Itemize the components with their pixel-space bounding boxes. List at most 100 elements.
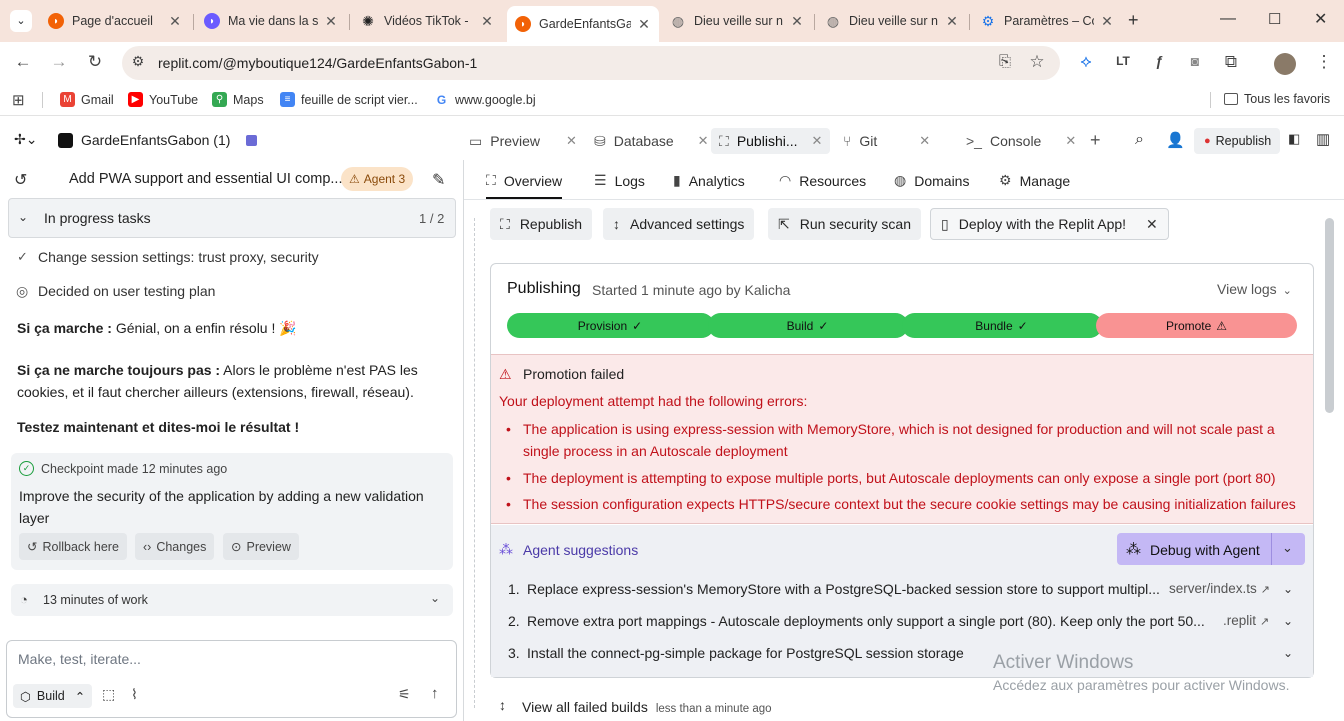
chevron-down-icon[interactable]: ⌄ — [1283, 582, 1293, 596]
camera-icon[interactable]: ◙ — [1183, 53, 1207, 69]
view-logs-button[interactable]: View logs ⌄ — [1217, 281, 1292, 297]
chevron-down-icon[interactable]: ⌄ — [1283, 614, 1293, 628]
invite-icon[interactable]: 👤 — [1166, 131, 1185, 149]
extension-icon[interactable]: ⟡ — [1074, 52, 1098, 72]
minimize-button[interactable]: — — [1220, 10, 1236, 28]
close-window-button[interactable]: ✕ — [1314, 9, 1327, 29]
suggestion-text[interactable]: Install the connect-pg-simple package fo… — [527, 645, 964, 661]
forward-icon[interactable]: → — [47, 52, 71, 72]
browser-tab[interactable]: ◗ Page d'accueil ✕ — [40, 6, 190, 36]
close-icon[interactable]: ✕ — [945, 13, 959, 30]
timeline-line — [474, 218, 476, 708]
extensions-puzzle-icon[interactable]: ⧉ — [1219, 52, 1243, 72]
advanced-settings-button[interactable]: ↕ Advanced settings — [603, 208, 755, 240]
build-mode-button[interactable]: ⬡ Build ⌃ — [13, 684, 93, 708]
thread-title[interactable]: Add PWA support and essential UI comp... — [69, 171, 343, 187]
tab-manage[interactable]: ⚙ Manage — [999, 172, 1070, 189]
external-link-icon: ↗ — [1260, 584, 1271, 596]
chevron-down-icon[interactable]: ⌄ — [18, 210, 28, 224]
bookmark-maps[interactable]: ⚲ Maps — [212, 92, 264, 107]
suggestion-text[interactable]: Replace express-session's MemoryStore wi… — [527, 581, 1160, 597]
project-selector[interactable]: GardeEnfantsGabon (1) — [58, 132, 258, 148]
bookmark-google[interactable]: Gwww.google.bj — [434, 92, 536, 107]
google-icon: G — [434, 92, 449, 107]
deploy-app-button[interactable]: ▯ Deploy with the Replit App! ✕ — [930, 208, 1169, 240]
republish-button[interactable]: ⛶ Republish — [490, 208, 593, 240]
close-icon[interactable]: ✕ — [566, 133, 577, 149]
all-bookmarks[interactable]: Tous les favoris — [1224, 92, 1330, 106]
avatar[interactable] — [1274, 53, 1296, 75]
tab-search-button[interactable]: ⌄ — [10, 10, 32, 32]
bookmark-gmail[interactable]: M Gmail — [60, 92, 114, 107]
project-name: GardeEnfantsGabon (1) — [81, 132, 231, 148]
security-scan-button[interactable]: ⇱ Run security scan — [768, 208, 922, 240]
browser-tab[interactable]: ⚙ Paramètres – Co ✕ — [972, 6, 1122, 36]
extension-lt-icon[interactable]: LT — [1111, 54, 1135, 68]
tab-logs[interactable]: ☰ Logs — [594, 172, 645, 189]
close-icon[interactable]: ✕ — [480, 13, 494, 30]
tab-resources[interactable]: ◠ Resources — [779, 172, 866, 189]
browser-tab[interactable]: ◍ Dieu veille sur n ✕ — [817, 6, 967, 36]
tab-domains[interactable]: ◍ Domains — [894, 172, 969, 189]
suggestion-file-link[interactable]: .replit ↗ — [1223, 613, 1269, 628]
send-icon[interactable]: ↑ — [431, 685, 439, 702]
tab-git[interactable]: ⑂ Git ✕ — [843, 128, 930, 154]
install-app-icon[interactable]: ⎘ — [993, 53, 1017, 70]
stop-icon[interactable] — [246, 134, 258, 146]
close-icon[interactable]: ✕ — [637, 16, 651, 33]
tab-overview[interactable]: ⛶ Overview — [486, 172, 563, 199]
close-icon[interactable]: ✕ — [790, 13, 804, 30]
suggestion-file-link[interactable]: server/index.ts ↗ — [1169, 581, 1270, 596]
debug-dropdown-icon[interactable]: ⌄ — [1282, 540, 1293, 556]
back-icon[interactable]: ← — [11, 52, 35, 72]
reload-icon[interactable]: ↻ — [83, 52, 107, 72]
browser-tab[interactable]: ◗ Ma vie dans la s ✕ — [196, 6, 346, 36]
search-icon[interactable]: ⌕ — [1135, 131, 1144, 149]
republish-header-button[interactable]: ● Republish — [1194, 128, 1280, 154]
chevron-down-icon[interactable]: ⌄ — [1283, 646, 1293, 660]
close-icon[interactable]: ✕ — [324, 13, 338, 30]
tab-analytics[interactable]: ▮ Analytics — [673, 172, 745, 189]
history-icon[interactable]: ↺ — [14, 170, 27, 190]
layout-icon[interactable]: ▥ — [1316, 130, 1330, 148]
attach-icon[interactable]: ⌇ — [131, 686, 138, 703]
select-element-icon[interactable]: ⬚ — [102, 686, 115, 703]
close-icon[interactable]: ✕ — [919, 133, 930, 149]
close-icon[interactable]: ✕ — [1146, 216, 1158, 233]
replit-logo-icon[interactable]: ✢⌄ — [14, 131, 37, 148]
site-settings-icon[interactable]: ⚙ — [126, 53, 150, 70]
view-failed-builds-link[interactable]: View all failed builds less than a minute… — [522, 699, 772, 715]
close-icon[interactable]: ✕ — [1065, 133, 1076, 149]
chevron-down-icon[interactable]: ⌄ — [430, 591, 440, 605]
tab-console[interactable]: >_ Console ✕ — [966, 128, 1076, 154]
bookmark-youtube[interactable]: ▶ YouTube — [128, 92, 198, 107]
url-text[interactable]: replit.com/@myboutique124/GardeEnfantsGa… — [158, 55, 477, 71]
close-icon[interactable]: ✕ — [812, 133, 823, 149]
extension-ff-icon[interactable]: ƒ — [1147, 53, 1171, 69]
youtube-icon: ▶ — [128, 92, 143, 107]
tab-preview[interactable]: ▭ Preview ✕ — [469, 128, 577, 154]
suggestion-text[interactable]: Remove extra port mappings - Autoscale d… — [527, 613, 1205, 629]
panel-toggle-icon[interactable]: ◧ — [1288, 131, 1300, 147]
scrollbar[interactable] — [1325, 218, 1334, 413]
bookmark-sheet[interactable]: ≡ feuille de script vier... — [280, 92, 418, 107]
browser-tab[interactable]: ◍ Dieu veille sur n ✕ — [662, 6, 812, 36]
tab-publishing[interactable]: ⛶ Publishi... ✕ — [711, 128, 831, 154]
bookmark-star-icon[interactable]: ☆ — [1025, 52, 1049, 72]
menu-dots-icon[interactable]: ⋮ — [1312, 52, 1336, 72]
apps-grid-icon[interactable]: ⊞ — [12, 91, 25, 109]
preview-button[interactable]: ⊙ Preview — [223, 533, 299, 560]
add-tab-button[interactable]: + — [1090, 130, 1101, 151]
changes-button[interactable]: ‹› Changes — [135, 533, 215, 560]
close-icon[interactable]: ✕ — [168, 13, 182, 30]
browser-tab[interactable]: ✺ Vidéos TikTok - ✕ — [352, 6, 502, 36]
rollback-button[interactable]: ↺ Rollback here — [19, 533, 127, 560]
tab-database[interactable]: ⛁ Database ✕ — [594, 128, 709, 154]
new-chat-icon[interactable]: ✎ — [432, 170, 445, 190]
close-icon[interactable]: ✕ — [1100, 13, 1114, 30]
maximize-button[interactable]: ☐ — [1268, 10, 1281, 28]
close-icon[interactable]: ✕ — [698, 133, 709, 149]
new-tab-button[interactable]: + — [1128, 10, 1139, 31]
browser-tab-active[interactable]: ◗ GardeEnfantsGa ✕ — [507, 6, 659, 42]
settings-sliders-icon[interactable]: ⚟ — [398, 686, 411, 703]
